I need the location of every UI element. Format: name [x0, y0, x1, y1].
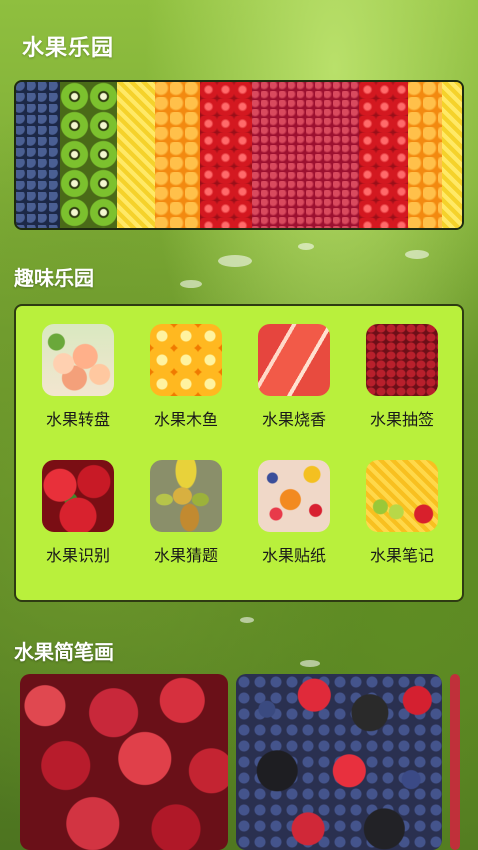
partial-photo-edge[interactable] [450, 674, 460, 850]
water-drop-decoration [218, 255, 252, 267]
red-dates-image-icon [366, 324, 438, 396]
fruit-woodfish-tile[interactable]: 水果木鱼 [132, 324, 240, 430]
fruit-incense-tile[interactable]: 水果烧香 [240, 324, 348, 430]
fun-section-card: 水果转盘 水果木鱼 水果烧香 水果抽签 水果识别 水果猜题 水果贴纸 水果笔记 [14, 304, 464, 602]
blueberry-stripe [16, 82, 60, 228]
fruit-salad-image-icon [258, 460, 330, 532]
fruit-identify-tile[interactable]: 水果识别 [24, 460, 132, 566]
water-drop-decoration [298, 243, 314, 250]
water-drop-decoration [405, 250, 429, 259]
fruit-wheel-tile[interactable]: 水果转盘 [24, 324, 132, 430]
fruit-incense-label: 水果烧香 [261, 410, 326, 429]
orange-stripe-right [408, 82, 443, 228]
water-drop-decoration [180, 280, 202, 288]
fun-section-title: 趣味乐园 [14, 266, 94, 290]
fruit-identify-label: 水果识别 [45, 546, 110, 565]
strawberry-stripe [200, 82, 252, 228]
strawberry-stripe-right [358, 82, 409, 228]
fruit-sticker-label: 水果贴纸 [261, 546, 326, 565]
fruit-woodfish-label: 水果木鱼 [153, 410, 218, 429]
kiwi-stripe [59, 82, 118, 228]
fruit-rainbow-banner[interactable] [14, 80, 464, 230]
drawing-section-title: 水果简笔画 [14, 640, 114, 664]
fruit-lottery-label: 水果抽签 [369, 410, 434, 429]
red-apples-photo[interactable] [20, 674, 228, 850]
fruit-notes-label: 水果笔记 [369, 546, 434, 565]
fruit-notes-tile[interactable]: 水果笔记 [348, 460, 456, 566]
fruit-quiz-label: 水果猜题 [153, 546, 218, 565]
mangoes-image-icon [150, 460, 222, 532]
mango-cubes-image-icon [366, 460, 438, 532]
water-drop-decoration [240, 617, 254, 623]
pineapple-stripe [117, 82, 155, 228]
orange-slices-image-icon [150, 324, 222, 396]
water-drop-decoration [300, 660, 320, 667]
orange-stripe [154, 82, 201, 228]
raspberry-stripe [251, 82, 359, 228]
fruit-sticker-tile[interactable]: 水果贴纸 [240, 460, 348, 566]
fruit-wheel-label: 水果转盘 [45, 410, 110, 429]
fruit-quiz-tile[interactable]: 水果猜题 [132, 460, 240, 566]
red-apples-image-icon [42, 460, 114, 532]
pineapple-stripe-right [442, 82, 462, 228]
app-title: 水果乐园 [22, 36, 115, 61]
grapefruit-image-icon [258, 324, 330, 396]
mixed-berries-photo[interactable] [236, 674, 442, 850]
peaches-image-icon [42, 324, 114, 396]
fun-grid: 水果转盘 水果木鱼 水果烧香 水果抽签 水果识别 水果猜题 水果贴纸 水果笔记 [24, 324, 456, 566]
fruit-lottery-tile[interactable]: 水果抽签 [348, 324, 456, 430]
